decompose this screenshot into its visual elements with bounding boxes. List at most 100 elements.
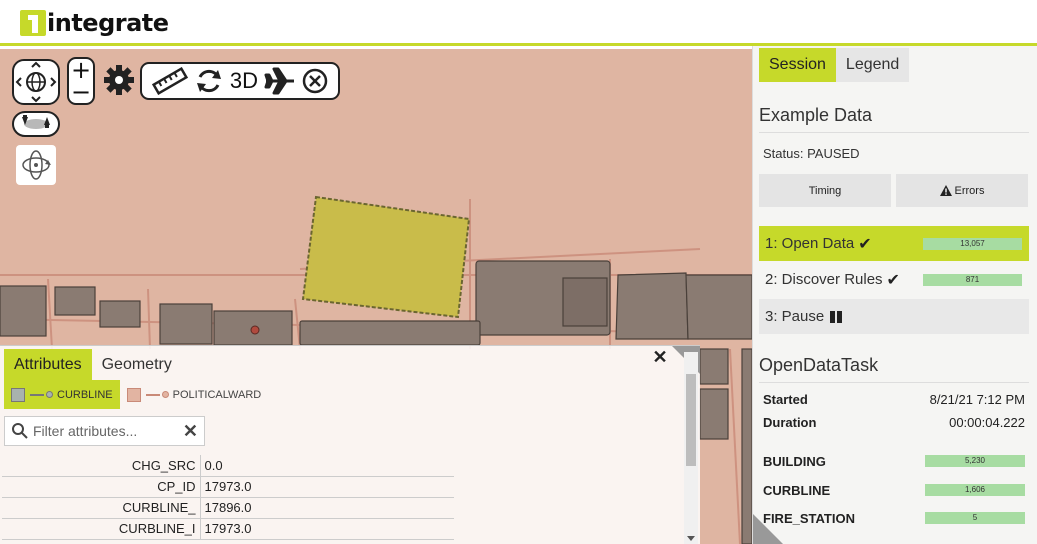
checkmark-icon: ✔ <box>886 271 900 289</box>
errors-label: Errors <box>954 184 985 197</box>
table-row: CP_ID 17973.0 <box>2 476 454 498</box>
step-count-bar: 13,057 <box>923 237 1022 250</box>
refresh-icon <box>197 69 222 93</box>
step-discover-rules[interactable]: 2: Discover Rules ✔ 871 <box>759 262 1029 297</box>
scrollbar-thumb[interactable] <box>686 374 696 466</box>
logo-text: integrate <box>47 9 169 37</box>
close-icon[interactable]: ✕ <box>651 348 669 366</box>
duration-value: 00:00:04.222 <box>949 415 1025 430</box>
pause-icon <box>830 310 843 323</box>
layer-chip-politicalward[interactable]: POLITICALWARD <box>120 380 269 409</box>
logo: integrate <box>20 9 169 37</box>
gear-icon <box>104 65 134 95</box>
count-bar: 5,230 <box>925 455 1025 467</box>
layer-line-icon <box>145 393 160 396</box>
clear-icon[interactable]: ✕ <box>183 422 198 440</box>
layer-chip-label: POLITICALWARD <box>172 388 262 401</box>
clear-button[interactable] <box>301 64 329 98</box>
header-bar: integrate <box>0 0 1037 46</box>
tab-attributes[interactable]: Attributes <box>4 349 92 381</box>
duration-label: Duration <box>763 415 817 430</box>
layer-dot-icon <box>46 391 53 398</box>
timing-button[interactable]: Timing <box>759 174 891 207</box>
step-label: 3: Pause <box>765 308 825 325</box>
count-bar: 5 <box>925 512 1025 524</box>
session-title: Example Data <box>759 105 873 125</box>
errors-button[interactable]: Errors <box>896 174 1028 207</box>
checkmark-icon: ✔ <box>858 235 872 253</box>
attributes-scrollbar[interactable] <box>684 352 698 544</box>
session-panel: Session Legend Example Data Status: PAUS… <box>752 46 1037 544</box>
step-open-data[interactable]: 1: Open Data ✔ 13,057 <box>759 226 1029 261</box>
tab-geometry[interactable]: Geometry <box>92 349 182 381</box>
orbit-button[interactable] <box>16 145 56 185</box>
attr-value: 0.0 <box>199 455 454 477</box>
layer-swatch <box>11 387 25 402</box>
selected-parcel[interactable] <box>301 195 471 319</box>
navigation-control[interactable] <box>12 59 60 105</box>
warning-icon <box>939 185 952 196</box>
attributes-table: CHG_SRC 0.0 CP_ID 17973.0 CURBLINE_ 17896.0… <box>2 455 454 540</box>
divider <box>759 382 1029 383</box>
duration-row: Duration 00:00:04.222 <box>763 415 1025 430</box>
attr-key: CP_ID <box>2 476 200 498</box>
table-row: CURBLINE_ 17896.0 <box>2 497 454 519</box>
attr-value: 17973.0 <box>199 518 454 540</box>
resize-corner-icon[interactable] <box>753 506 783 544</box>
attributes-panel: Attributes Geometry ✕ CURBLINE POLITICAL… <box>0 345 700 544</box>
layer-dot-icon <box>161 391 169 398</box>
tab-session[interactable]: Session <box>759 48 836 82</box>
session-tabs: Session Legend <box>759 48 910 82</box>
measure-button[interactable] <box>151 64 189 98</box>
tilt-icon <box>22 115 50 129</box>
count-name: BUILDING <box>763 453 826 469</box>
fly-button[interactable] <box>264 64 296 98</box>
layer-chip-curbline[interactable]: CURBLINE <box>4 380 120 409</box>
task-title: OpenDataTask <box>759 355 879 375</box>
zoom-out-icon[interactable]: − <box>69 80 93 104</box>
tab-legend[interactable]: Legend <box>835 48 910 82</box>
count-name: CURBLINE <box>763 482 831 498</box>
orbit-icon <box>22 150 51 180</box>
attr-value: 17896.0 <box>199 497 454 519</box>
toggle-3d-button[interactable]: 3D <box>230 64 258 98</box>
scroll-down-icon[interactable] <box>687 536 695 541</box>
layer-chip-label: CURBLINE <box>57 388 113 401</box>
layer-chips: CURBLINE POLITICALWARD <box>4 380 268 409</box>
attributes-tabs: Attributes Geometry <box>4 349 182 381</box>
divider <box>759 132 1029 133</box>
compass-icon[interactable] <box>14 61 58 103</box>
attr-key: CHG_SRC <box>2 455 200 477</box>
attr-key: CURBLINE_I <box>2 518 200 540</box>
close-circle-icon <box>302 68 328 94</box>
count-row-building: BUILDING 5,230 <box>763 451 1025 471</box>
tools-toolbar: 3D <box>140 62 340 100</box>
started-value: 8/21/21 7:12 PM <box>929 392 1025 407</box>
layer-swatch <box>126 387 141 402</box>
table-row: CURBLINE_I 17973.0 <box>2 518 454 540</box>
ruler-icon <box>151 67 188 95</box>
step-count-bar: 871 <box>923 273 1022 286</box>
started-row: Started 8/21/21 7:12 PM <box>763 392 1025 407</box>
count-row-curbline: CURBLINE 1,606 <box>763 480 1025 500</box>
refresh-button[interactable] <box>194 64 224 98</box>
started-label: Started <box>763 392 808 407</box>
zoom-control: + − <box>67 57 95 105</box>
attr-value: 17973.0 <box>199 476 454 498</box>
step-pause[interactable]: 3: Pause <box>759 299 1029 334</box>
airplane-icon <box>264 67 294 95</box>
filter-field[interactable]: ✕ <box>4 416 205 446</box>
filter-input[interactable] <box>33 423 183 439</box>
count-row-fire-station: FIRE_STATION 5 <box>763 508 1025 528</box>
step-label: 1: Open Data <box>765 235 855 252</box>
search-icon <box>12 423 28 439</box>
tilt-control[interactable] <box>12 111 60 137</box>
logo-mark-icon <box>20 10 46 36</box>
app-window: integrate + − 3D Attributes Geometry ✕ C… <box>0 0 1037 544</box>
layer-line-icon <box>30 393 44 396</box>
step-label: 2: Discover Rules <box>765 271 883 288</box>
count-bar: 1,606 <box>925 484 1025 496</box>
settings-button[interactable] <box>102 63 136 97</box>
attr-key: CURBLINE_ <box>2 497 200 519</box>
status-text: Status: PAUSED <box>763 146 860 161</box>
